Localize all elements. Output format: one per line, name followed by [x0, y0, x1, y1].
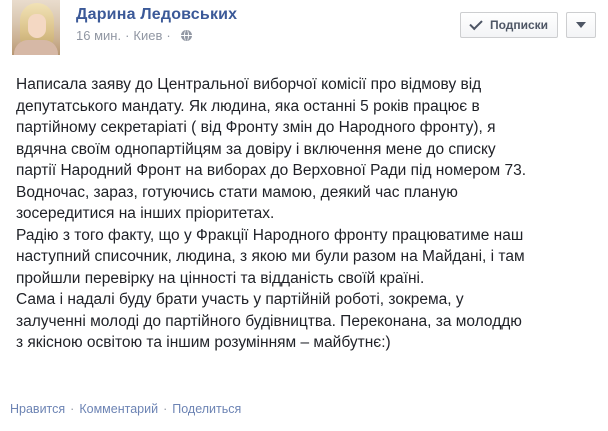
globe-icon[interactable] [180, 30, 192, 41]
action-separator: · [70, 402, 75, 416]
check-icon [469, 16, 483, 30]
action-separator-2: · [163, 402, 168, 416]
avatar-face [28, 14, 46, 38]
author-avatar[interactable] [12, 0, 60, 55]
comment-link[interactable]: Комментарий [79, 402, 158, 416]
post-timestamp[interactable]: 16 мин. [76, 28, 121, 43]
post-meta: 16 мин. · Киев · [76, 28, 192, 43]
share-link[interactable]: Поделиться [172, 402, 241, 416]
author-name-link[interactable]: Дарина Ледовських [76, 6, 237, 24]
post-options-button[interactable] [566, 12, 596, 38]
facebook-post: Дарина Ледовських 16 мин. · Киев · Подпи… [0, 0, 608, 431]
meta-separator: · [125, 28, 130, 43]
post-location[interactable]: Киев [133, 28, 162, 43]
avatar-shoulders [14, 40, 58, 55]
post-body-text: Написала заяву до Центральної виборчої к… [16, 76, 527, 351]
follow-button-label: Подписки [489, 18, 549, 32]
like-link[interactable]: Нравится [10, 402, 65, 416]
post-actions: Нравится · Комментарий · Поделиться [10, 402, 241, 416]
chevron-down-icon [576, 22, 586, 28]
meta-separator-2: · [166, 28, 171, 43]
follow-button[interactable]: Подписки [460, 12, 558, 38]
